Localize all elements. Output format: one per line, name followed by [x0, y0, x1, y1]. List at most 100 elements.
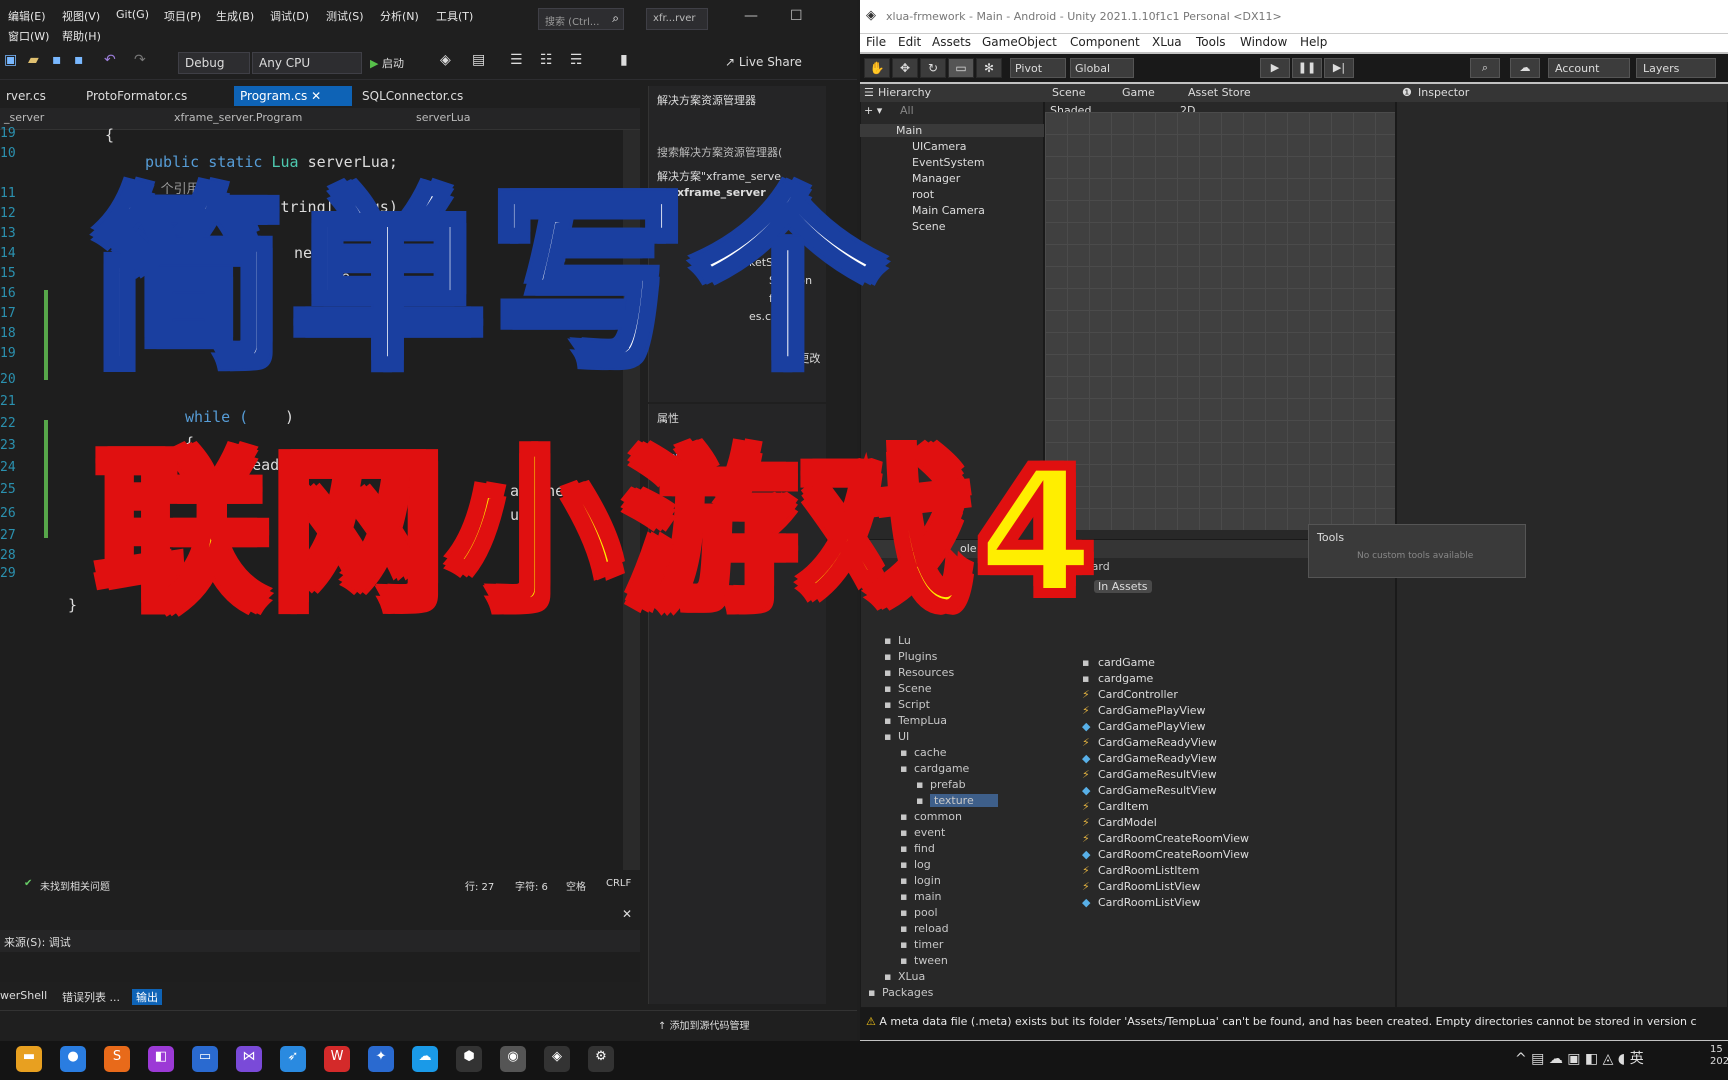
- start-button[interactable]: ▶ 启动: [370, 55, 404, 71]
- hierarchy-item[interactable]: UICamera: [912, 140, 966, 153]
- issues-status[interactable]: 未找到相关问题: [40, 878, 110, 893]
- folder-item[interactable]: Script: [898, 698, 930, 711]
- solution-item[interactable]: oFormat: [749, 238, 795, 251]
- pivot-toggle[interactable]: Pivot: [1010, 58, 1066, 78]
- minimize-icon[interactable]: —: [744, 8, 758, 24]
- asset-item[interactable]: CardRoomListView: [1098, 896, 1200, 909]
- folder-item[interactable]: timer: [914, 938, 943, 951]
- account-dropdown[interactable]: Account: [1548, 58, 1630, 78]
- solution-item[interactable]: fig: [769, 292, 783, 305]
- undo-icon[interactable]: ↶: [104, 52, 116, 68]
- redo-icon[interactable]: ↷: [134, 52, 146, 68]
- tab-powershell[interactable]: werShell: [0, 989, 47, 1002]
- solution-node[interactable]: 解决方案"xframe_serve: [657, 168, 781, 184]
- asset-item[interactable]: CardGameReadyView: [1098, 736, 1217, 749]
- folder-item[interactable]: Resources: [898, 666, 954, 679]
- app-icon[interactable]: ▭: [192, 1046, 218, 1072]
- tab-project[interactable]: ect: [896, 542, 913, 555]
- add-icon[interactable]: + ▾: [864, 104, 882, 117]
- rect-tool-icon[interactable]: ▭: [948, 58, 974, 78]
- menu-help[interactable]: 帮助(H): [62, 28, 101, 44]
- edge-icon[interactable]: ●: [60, 1046, 86, 1072]
- editor-scrollbar[interactable]: [623, 130, 640, 870]
- toolbar-icon[interactable]: ▤: [472, 52, 485, 68]
- menu-edit[interactable]: 编辑(E): [8, 8, 46, 24]
- tab-error-list[interactable]: 错误列表 ...: [62, 989, 120, 1005]
- wps-icon[interactable]: W: [324, 1046, 350, 1072]
- hierarchy-item[interactable]: root: [912, 188, 934, 201]
- filter-in-assets[interactable]: In Assets: [1094, 580, 1152, 593]
- whitespace-indicator[interactable]: 空格: [566, 878, 586, 893]
- search-icon[interactable]: ⌕: [1470, 58, 1500, 78]
- obs-icon[interactable]: ◉: [500, 1046, 526, 1072]
- menu-tools[interactable]: 工具(T): [436, 8, 473, 24]
- asset-item[interactable]: CardGamePlayView: [1098, 720, 1206, 733]
- live-share-button[interactable]: ↗ Live Share: [725, 55, 802, 69]
- folder-item[interactable]: main: [914, 890, 941, 903]
- code-editor[interactable]: [0, 130, 640, 870]
- cloud-app-icon[interactable]: ☁: [412, 1046, 438, 1072]
- play-icon[interactable]: ▶: [1260, 58, 1290, 78]
- menu-view[interactable]: 视图(V): [62, 8, 100, 24]
- tab-console[interactable]: ole: [960, 542, 977, 555]
- step-icon[interactable]: ▶|: [1324, 58, 1354, 78]
- asset-item[interactable]: CardGameReadyView: [1098, 752, 1217, 765]
- scene-node-main[interactable]: Main: [860, 124, 1044, 137]
- hierarchy-search-input[interactable]: All: [900, 104, 914, 117]
- umenu-help[interactable]: Help: [1300, 35, 1327, 49]
- visual-studio-icon[interactable]: ⋈: [236, 1046, 262, 1072]
- tab-server-cs[interactable]: rver.cs: [0, 86, 52, 106]
- eol-indicator[interactable]: CRLF: [606, 878, 631, 889]
- folder-item[interactable]: Scene: [898, 682, 932, 695]
- rotate-tool-icon[interactable]: ↻: [920, 58, 946, 78]
- vs-search-input[interactable]: 搜索 (Ctrl... ⌕: [538, 8, 624, 30]
- tab-scene[interactable]: Scene: [1052, 86, 1086, 99]
- hierarchy-item[interactable]: Scene: [912, 220, 946, 233]
- umenu-edit[interactable]: Edit: [898, 35, 921, 49]
- folder-item[interactable]: cardgame: [914, 762, 969, 775]
- umenu-file[interactable]: File: [866, 35, 886, 49]
- folder-item[interactable]: login: [914, 874, 941, 887]
- asset-item[interactable]: CardRoomListView: [1098, 880, 1200, 893]
- nav-class[interactable]: xframe_server.Program: [174, 111, 302, 124]
- menu-test[interactable]: 测试(S): [326, 8, 364, 24]
- menu-project[interactable]: 项目(P): [164, 8, 201, 24]
- output-source-select[interactable]: 来源(S): 调试: [0, 930, 640, 952]
- nav-member[interactable]: serverLua: [416, 111, 470, 124]
- tab-program-cs[interactable]: Program.cs ✕: [234, 86, 352, 106]
- menu-debug[interactable]: 调试(D): [270, 8, 309, 24]
- folder-item[interactable]: reload: [914, 922, 949, 935]
- save-icon[interactable]: ▪: [52, 52, 62, 68]
- tab-protoformator[interactable]: ProtoFormator.cs: [80, 86, 193, 106]
- sublime-icon[interactable]: S: [104, 1046, 130, 1072]
- asset-item[interactable]: cardgame: [1098, 672, 1153, 685]
- umenu-tools[interactable]: Tools: [1196, 35, 1226, 49]
- umenu-gameobject[interactable]: GameObject: [982, 35, 1057, 49]
- folder-item[interactable]: TempLua: [898, 714, 947, 727]
- umenu-component[interactable]: Component: [1070, 35, 1140, 49]
- folder-item[interactable]: event: [914, 826, 945, 839]
- hierarchy-item[interactable]: Main Camera: [912, 204, 985, 217]
- folder-item[interactable]: pool: [914, 906, 938, 919]
- bookmark-icon[interactable]: ▮: [620, 52, 628, 68]
- maximize-icon[interactable]: ☐: [790, 8, 803, 24]
- tab-asset-store[interactable]: Asset Store: [1188, 86, 1251, 99]
- nav-project[interactable]: _server: [4, 111, 44, 124]
- folder-item[interactable]: cache: [914, 746, 947, 759]
- close-icon[interactable]: ✕: [311, 89, 321, 103]
- layers-dropdown[interactable]: Layers: [1636, 58, 1716, 78]
- asset-item[interactable]: CardRoomListItem: [1098, 864, 1199, 877]
- asset-item[interactable]: CardRoomCreateRoomView: [1098, 832, 1249, 845]
- solution-search-input[interactable]: 搜索解决方案资源管理器(: [657, 144, 782, 160]
- asset-item[interactable]: cardGame: [1098, 656, 1155, 669]
- folder-item[interactable]: find: [914, 842, 935, 855]
- folder-item[interactable]: XLua: [898, 970, 925, 983]
- folder-item[interactable]: Lu: [898, 634, 911, 647]
- folder-item[interactable]: UI: [898, 730, 909, 743]
- folder-item[interactable]: Plugins: [898, 650, 937, 663]
- asset-item[interactable]: CardGameResultView: [1098, 784, 1217, 797]
- menu-git[interactable]: Git(G): [116, 8, 149, 21]
- project-node[interactable]: xframe_server: [677, 186, 766, 199]
- compass-icon[interactable]: ✦: [368, 1046, 394, 1072]
- asset-item[interactable]: CardGamePlayView: [1098, 704, 1206, 717]
